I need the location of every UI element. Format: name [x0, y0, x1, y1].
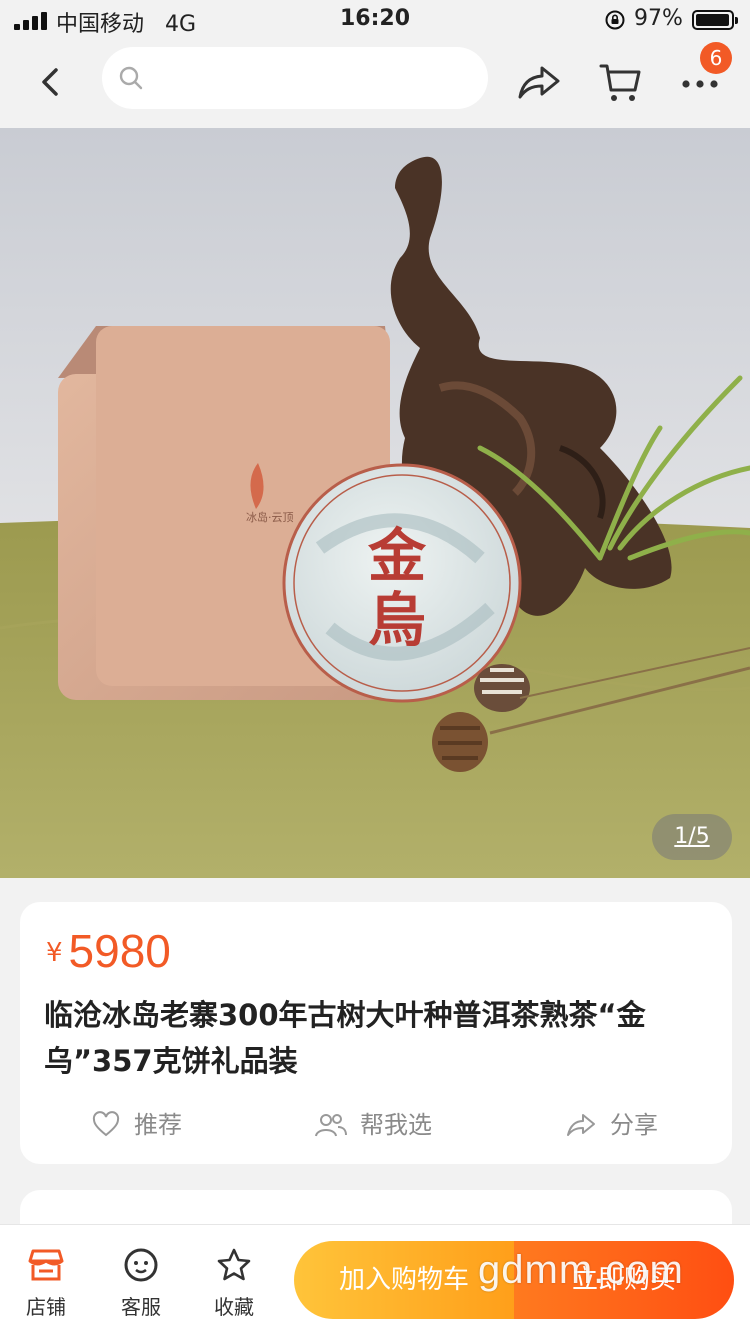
- watermark: gdmm.com: [478, 1248, 684, 1292]
- search-icon: [119, 66, 143, 90]
- shop-label: 店铺: [26, 1295, 66, 1319]
- battery-icon: [692, 10, 738, 30]
- service-tab[interactable]: 客服: [105, 1247, 177, 1327]
- tea-cake: 金 烏: [282, 463, 522, 703]
- svg-text:冰岛·云顶: 冰岛·云顶: [246, 510, 294, 524]
- service-label: 客服: [121, 1295, 161, 1319]
- rotation-lock-icon: [605, 10, 625, 30]
- share-label: 分享: [610, 1111, 658, 1139]
- image-counter: 1/5: [652, 814, 732, 860]
- top-nav: 6: [0, 40, 750, 128]
- favorite-tab[interactable]: 收藏: [198, 1247, 270, 1327]
- customer-service-icon: [124, 1248, 158, 1282]
- recommend-label: 推荐: [134, 1111, 182, 1139]
- cart-count-badge: 6: [700, 42, 732, 74]
- product-photo: 冰岛·云顶 金 烏: [0, 128, 750, 878]
- star-icon: [217, 1248, 251, 1281]
- price-value: 5980: [68, 925, 171, 977]
- search-input[interactable]: [154, 57, 478, 101]
- product-title: 临沧冰岛老寨300年古树大叶种普洱茶熟茶“金乌”357克饼礼品装: [44, 998, 646, 1078]
- shop-tab[interactable]: 店铺: [10, 1247, 82, 1327]
- recommend-button[interactable]: 推荐: [92, 1100, 222, 1150]
- status-bar: 中国移动 4G 16:20 97%: [0, 0, 750, 40]
- favorite-label: 收藏: [214, 1295, 254, 1319]
- currency-symbol: ¥: [46, 938, 63, 968]
- product-actions: 推荐 帮我选 分享: [20, 1100, 732, 1150]
- share-icon: [567, 1114, 595, 1136]
- search-bar[interactable]: [102, 47, 488, 109]
- people-icon: [315, 1114, 347, 1137]
- help-choose-label: 帮我选: [360, 1111, 432, 1139]
- product-info-card: ¥5980 临沧冰岛老寨300年古树大叶种普洱茶熟茶“金乌”357克饼礼品装 推…: [20, 902, 732, 1164]
- share-button[interactable]: 分享: [566, 1100, 696, 1150]
- back-icon[interactable]: [30, 62, 70, 102]
- price: ¥5980: [46, 924, 171, 978]
- cart-icon[interactable]: [598, 60, 642, 104]
- product-image-carousel[interactable]: 冰岛·云顶 金 烏 1/5: [0, 128, 750, 878]
- battery-percent: 97%: [634, 6, 683, 31]
- share-icon[interactable]: [517, 62, 561, 102]
- help-choose-button[interactable]: 帮我选: [314, 1100, 464, 1150]
- heart-icon: [92, 1111, 120, 1137]
- shop-icon: [28, 1249, 64, 1281]
